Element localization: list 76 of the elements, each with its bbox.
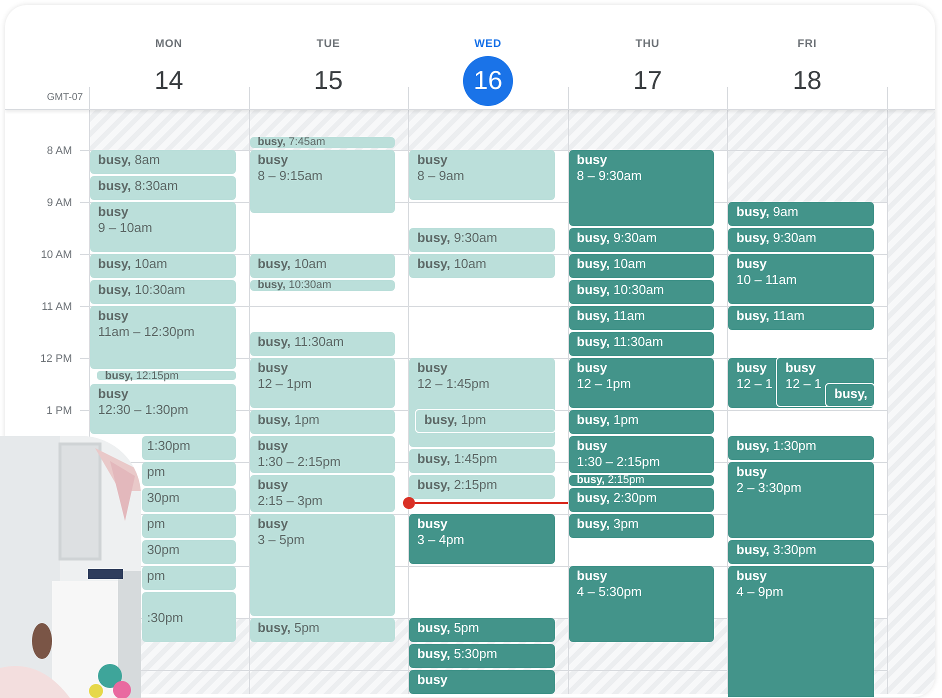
weekday-label: MON [155,37,182,52]
event-block[interactable]: busy 12 – 1pm [568,358,714,408]
event-block[interactable]: busy 12 – 1 busy, [776,357,875,407]
event-block[interactable]: busy, 1pm [415,409,556,433]
event-block[interactable]: busy 2:15 – 3pm [250,475,396,512]
event-block[interactable]: busy 12 – 1 busy 12 – 1 busy, [728,358,874,408]
event-block[interactable]: busy [409,670,555,694]
event-block[interactable]: busy, 1:45pm [409,449,555,473]
event-block[interactable]: busy, 11:30am [568,332,714,356]
date-button[interactable]: 17 [622,56,673,106]
event-block[interactable]: busy, 9:30am [409,228,555,252]
weekday-label: FRI [798,37,817,52]
event-block[interactable]: busy, 3pm [568,514,714,538]
weekday-label: TUE [316,37,340,52]
hour-label: 11 AM [42,300,72,315]
date-button[interactable]: 14 [144,56,194,106]
event-block[interactable]: busy, 10am [90,254,236,278]
event-block[interactable]: 1:30pm [142,436,236,460]
event-block[interactable]: busy, 10:30am [90,280,236,304]
event-block[interactable]: busy, 10:30am [250,280,396,291]
date-button[interactable]: 15 [303,56,354,106]
event-block[interactable]: busy 9 – 10am [90,202,236,252]
event-block[interactable]: busy 1:30 – 2:15pm [250,436,396,473]
event-block[interactable]: busy 8 – 9am [409,150,555,200]
event-block[interactable]: busy, 9:30am [568,228,714,252]
hour-label: 9 AM [46,196,72,211]
event-block[interactable]: busy 12 – 1pm [250,358,396,408]
event-block[interactable]: busy 1:30 – 2:15pm [568,436,714,473]
event-block[interactable]: busy, 2:15pm [409,475,555,499]
event-block[interactable]: busy 3 – 4pm [409,514,555,564]
event-block[interactable]: pm [142,462,236,486]
event-block[interactable]: busy, 2:30pm [568,488,714,512]
event-block[interactable]: 30pm [142,540,236,564]
event-block[interactable]: busy, 1:30pm [728,436,874,460]
event-block[interactable]: :30pm [142,592,236,642]
event-block[interactable]: busy, 10:30am [568,280,714,304]
event-block[interactable]: busy, 5pm [409,618,555,642]
event-block[interactable]: busy, 10am [250,254,396,278]
event-block[interactable]: pm [142,566,236,590]
event-block[interactable]: busy 3 – 5pm [250,514,396,616]
event-block[interactable]: busy 2 – 3:30pm [728,462,874,538]
event-block[interactable]: busy, 11:30am [250,332,396,356]
event-block[interactable]: busy, 3:30pm [728,540,874,564]
event-block[interactable]: busy 4 – 9pm [728,566,874,697]
event-block[interactable]: busy 4 – 5:30pm [568,566,714,642]
hour-label: 12 PM [40,352,72,367]
event-block[interactable]: busy, 11am [728,306,874,330]
event-block[interactable]: busy, 5pm [250,618,396,642]
event-block[interactable]: busy, 11am [568,306,714,330]
event-block[interactable]: busy 10 – 11am [728,254,874,304]
date-button[interactable]: 18 [782,56,832,106]
event-block[interactable]: busy, 7:45am [250,137,396,148]
event-block[interactable]: busy, 12:15pm [96,370,237,381]
timezone-label: GMT-07 [46,91,83,105]
event-block[interactable]: busy 12:30 – 1:30pm [90,384,236,434]
weekday-label: WED [474,37,502,52]
event-block[interactable]: pm [142,514,236,538]
event-block[interactable]: busy 8 – 9:15am [250,150,396,213]
event-block[interactable]: busy, 8am [90,150,236,174]
event-block[interactable]: busy, 2:15pm [568,475,714,486]
date-button[interactable]: 16 [462,56,513,106]
event-block[interactable]: busy, 8:30am [90,176,236,200]
event-block[interactable]: busy, 5:30pm [409,644,555,668]
event-block[interactable]: busy, 9am [728,202,874,226]
event-block[interactable]: busy, [825,383,875,407]
event-block[interactable]: busy 8 – 9:30am [568,150,714,226]
event-block[interactable]: busy, 10am [409,254,555,278]
hour-label: 10 AM [40,248,72,263]
event-block[interactable]: busy, 10am [568,254,714,278]
event-block[interactable]: 30pm [142,488,236,512]
event-block[interactable]: busy, 1pm [568,410,714,434]
weekday-label: THU [636,37,660,52]
event-block[interactable]: busy, 9:30am [728,228,874,252]
event-block[interactable]: busy, 1pm [250,410,396,434]
hour-label: 8 AM [46,144,72,159]
hour-label: 1 PM [46,404,72,419]
